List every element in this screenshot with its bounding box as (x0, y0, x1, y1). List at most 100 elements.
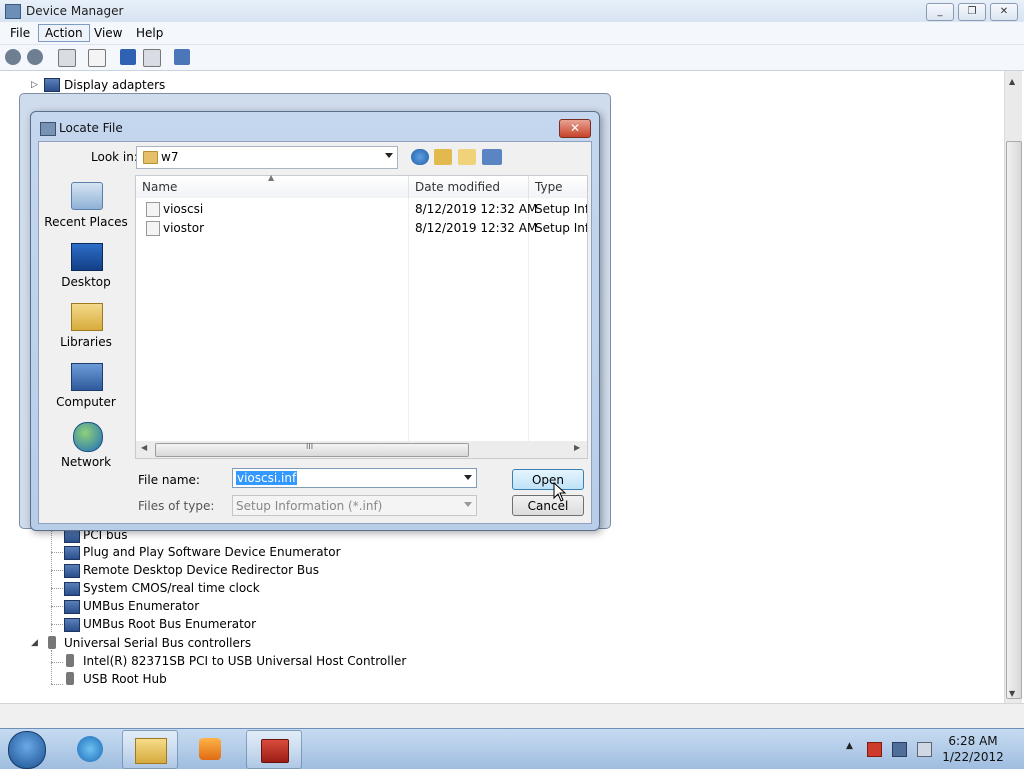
volume-muted-icon[interactable] (917, 742, 932, 757)
place-recent-places[interactable]: Recent Places (44, 182, 128, 230)
scrollbar-thumb[interactable] (1006, 141, 1022, 699)
device-icon (64, 564, 80, 578)
tree-item-umbus-root[interactable]: UMBus Root Bus Enumerator (83, 617, 256, 631)
up-folder-icon[interactable] (434, 149, 452, 165)
device-icon (64, 546, 80, 560)
file-row[interactable]: vioscsi 8/12/2019 12:32 AM Setup Infc (136, 200, 587, 219)
file-name-cell: vioscsi (163, 202, 204, 216)
file-name-cell: viostor (163, 221, 205, 235)
column-header-date[interactable]: Date modified (409, 176, 529, 198)
minimize-button[interactable]: _ (926, 3, 954, 21)
menu-help[interactable]: Help (130, 25, 169, 41)
internet-explorer-icon[interactable] (64, 730, 118, 767)
media-player-icon[interactable] (183, 730, 237, 767)
tree-item-usb-root-hub[interactable]: USB Root Hub (83, 672, 167, 686)
tree-item-rdp-redirector[interactable]: Remote Desktop Device Redirector Bus (83, 563, 319, 577)
properties-icon[interactable] (58, 49, 76, 67)
back-icon[interactable] (5, 49, 21, 65)
device-manager-task-icon[interactable] (246, 730, 302, 769)
scroll-down-icon[interactable]: ▼ (1009, 689, 1015, 698)
forward-icon[interactable] (27, 49, 43, 65)
sort-up-icon: ▲ (268, 173, 275, 182)
file-row[interactable]: viostor 8/12/2019 12:32 AM Setup Infc (136, 219, 587, 238)
tree-item-cmos-clock[interactable]: System CMOS/real time clock (83, 581, 260, 595)
dialog-close-button[interactable]: ✕ (559, 119, 591, 138)
menu-view[interactable]: View (88, 25, 128, 41)
clock-time: 6:28 AM (948, 734, 998, 748)
expand-arrow-icon[interactable]: ▷ (31, 80, 38, 90)
action-center-icon[interactable] (867, 742, 882, 757)
dialog-title: Locate File (59, 121, 123, 135)
cancel-button[interactable]: Cancel (512, 495, 584, 516)
grip-icon: III (306, 442, 314, 451)
usb-icon (66, 672, 74, 685)
file-name-label: File name: (138, 473, 200, 487)
close-window-button[interactable]: ✕ (990, 3, 1018, 21)
column-header-type[interactable]: Type (529, 176, 587, 198)
scroll-right-icon[interactable]: ▶ (574, 443, 580, 452)
device-icon (64, 600, 80, 614)
scan-hardware-icon[interactable] (174, 49, 190, 65)
device-icon (64, 618, 80, 632)
clock[interactable]: 6:28 AM 1/22/2012 (936, 733, 1010, 765)
back-nav-icon[interactable] (411, 149, 429, 165)
files-of-type-dropdown[interactable]: Setup Information (*.inf) (232, 495, 477, 516)
file-date-cell: 8/12/2019 12:32 AM (415, 202, 538, 216)
file-date-cell: 8/12/2019 12:32 AM (415, 221, 538, 235)
chevron-down-icon[interactable] (464, 475, 472, 480)
files-of-type-label: Files of type: (138, 499, 215, 513)
look-in-dropdown[interactable]: w7 (136, 146, 398, 169)
menu-file[interactable]: File (4, 25, 36, 41)
libraries-icon (71, 303, 103, 331)
network-icon[interactable] (892, 742, 907, 757)
open-button[interactable]: Open (512, 469, 584, 490)
tree-item-usb-host-controller[interactable]: Intel(R) 82371SB PCI to USB Universal Ho… (83, 654, 406, 668)
files-of-type-value: Setup Information (*.inf) (236, 499, 383, 513)
menu-bar: File Action View Help (0, 22, 1024, 45)
new-folder-icon[interactable] (458, 149, 476, 165)
place-computer[interactable]: Computer (44, 363, 128, 411)
explorer-icon[interactable] (122, 730, 178, 769)
tree-item-usb-controllers[interactable]: Universal Serial Bus controllers (64, 636, 251, 650)
view-menu-icon[interactable] (482, 149, 502, 165)
tree-item-display-adapters[interactable]: Display adapters (64, 78, 165, 92)
place-libraries[interactable]: Libraries (44, 303, 128, 351)
collapse-arrow-icon[interactable]: ◢ (31, 638, 38, 648)
usb-icon (66, 654, 74, 667)
tree-scrollbar[interactable]: ▲ ▼ (1004, 71, 1022, 703)
folder-icon (143, 151, 158, 164)
display-adapter-icon (44, 78, 60, 92)
help-icon[interactable] (120, 49, 136, 65)
view-icon[interactable] (143, 49, 161, 67)
file-type-cell: Setup Infc (535, 221, 587, 235)
tree-item-pnp-enumerator[interactable]: Plug and Play Software Device Enumerator (83, 545, 341, 559)
place-network[interactable]: Network (44, 422, 128, 470)
tree-item-umbus-enumerator[interactable]: UMBus Enumerator (83, 599, 199, 613)
inf-file-icon (146, 221, 160, 236)
recent-places-icon (71, 182, 103, 210)
look-in-label: Look in: (91, 150, 138, 164)
file-list-hscrollbar[interactable]: ◀ III ▶ (135, 441, 588, 459)
hscroll-thumb[interactable]: III (155, 442, 469, 457)
start-button[interactable] (8, 731, 46, 769)
computer-icon (71, 363, 103, 391)
desktop-icon (71, 243, 103, 271)
chevron-down-icon[interactable] (464, 502, 472, 507)
scroll-up-icon[interactable]: ▲ (1009, 77, 1015, 86)
window-title-bar[interactable]: Device Manager _ ❐ ✕ (0, 0, 1024, 22)
file-type-cell: Setup Infc (535, 202, 587, 216)
scroll-left-icon[interactable]: ◀ (141, 443, 147, 452)
page-icon[interactable] (88, 49, 106, 67)
menu-action[interactable]: Action (38, 24, 90, 42)
dialog-icon (40, 122, 56, 136)
chevron-down-icon[interactable] (385, 153, 393, 158)
toolbar (0, 45, 1024, 71)
window-title: Device Manager (26, 4, 124, 18)
place-desktop[interactable]: Desktop (44, 243, 128, 291)
inf-file-icon (146, 202, 160, 217)
clock-date: 1/22/2012 (942, 750, 1004, 764)
show-hidden-icons[interactable]: ▲ (846, 741, 853, 751)
file-name-input[interactable]: vioscsi.inf (232, 468, 477, 488)
maximize-button[interactable]: ❐ (958, 3, 986, 21)
taskbar: ▲ 6:28 AM 1/22/2012 (0, 728, 1024, 769)
